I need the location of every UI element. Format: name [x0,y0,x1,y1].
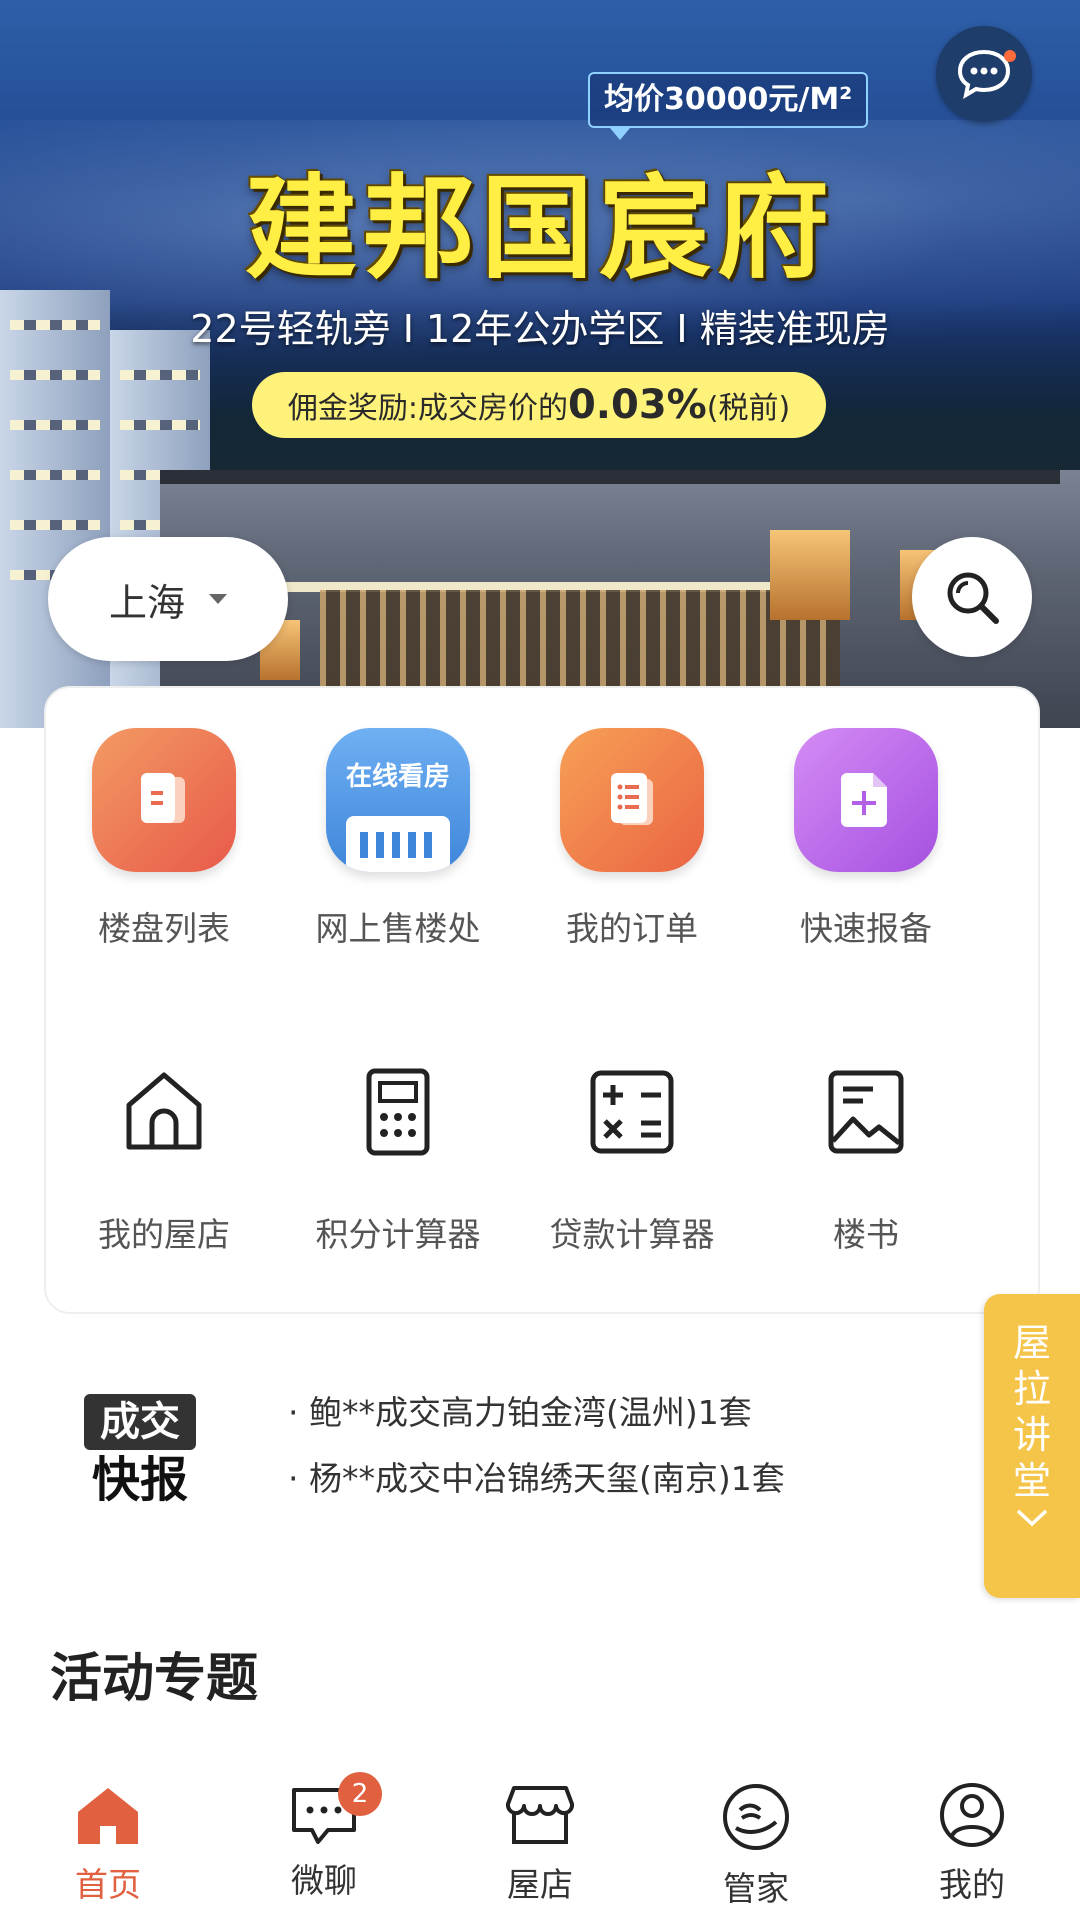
calculator-icon [348,1062,448,1162]
commission-suffix: (税前) [706,391,791,426]
order-list-icon [560,728,704,872]
nav-label: 首页 [75,1865,141,1904]
deal-news-badge: 成交 快报 [80,1394,200,1510]
tab-butler[interactable]: 管家 [666,1782,846,1910]
profile-icon [940,1783,1004,1847]
price-tag: 均价30000元/M² [588,72,869,140]
home-filled-icon [78,1788,138,1844]
nav-label: 微聊 [291,1861,357,1900]
menu-label: 积分计算器 [315,1215,481,1254]
chevron-down-icon [1016,1509,1048,1527]
commission-pill: 佣金奖励:成交房价的0.03%(税前) [252,372,826,438]
quick-report-icon [794,728,938,872]
online-viewing-icon: 在线看房 [326,728,470,872]
building-list-icon [92,728,236,872]
butler-icon [723,1784,789,1850]
menu-label: 贷款计算器 [549,1215,715,1254]
home-icon [114,1062,214,1162]
picture-icon [816,1062,916,1162]
lecture-label: 屋拉讲堂 [1012,1321,1051,1503]
menu-points-calculator[interactable]: 积分计算器 [280,1062,516,1256]
menu-loan-calculator[interactable]: 贷款计算器 [514,1062,750,1256]
nav-label: 管家 [723,1869,789,1908]
search-icon [947,572,999,624]
news-item[interactable]: · 杨**成交中冶锦绣天玺(南京)1套 [288,1452,785,1500]
banner-tower [0,290,110,728]
commission-value: 0.03% [567,382,707,428]
section-title: 活动专题 [50,1649,259,1709]
nav-label: 屋店 [507,1865,573,1904]
tab-store[interactable]: 屋店 [450,1782,630,1906]
menu-label: 楼盘列表 [98,909,230,948]
news-item[interactable]: · 鲍**成交高力铂金湾(温州)1套 [288,1386,752,1434]
city-label: 上海 [108,580,185,625]
project-title: 建邦国宸府 [245,164,835,294]
bottom-nav: 首页 2 微聊 屋店 管家 我的 [0,1756,1080,1920]
unread-badge: 2 [338,1772,382,1816]
nav-label: 我的 [939,1865,1005,1904]
menu-label: 我的屋店 [98,1215,230,1254]
menu-label: 楼书 [833,1215,899,1254]
math-operators-icon [582,1062,682,1162]
tab-chat[interactable]: 2 微聊 [234,1772,414,1902]
quick-menu: 楼盘列表 在线看房 网上售楼处 我的订单 快速报备 我的屋店 积分计算器 贷款计… [44,686,1040,1314]
menu-label: 我的订单 [566,909,698,948]
menu-my-store[interactable]: 我的屋店 [46,1062,282,1256]
message-button[interactable] [936,26,1032,122]
lecture-tab[interactable]: 屋拉讲堂 [984,1294,1080,1598]
city-selector[interactable]: 上海 [48,537,288,661]
online-viewing-icon-text: 在线看房 [345,762,450,792]
menu-online-sales[interactable]: 在线看房 网上售楼处 [280,728,516,950]
menu-label: 快速报备 [800,909,932,948]
menu-label: 网上售楼处 [315,909,481,948]
badge-bottom: 快报 [91,1452,188,1508]
tab-profile[interactable]: 我的 [882,1782,1062,1906]
search-button[interactable] [912,537,1032,657]
menu-quick-report[interactable]: 快速报备 [748,728,984,950]
store-icon [505,1786,575,1844]
tab-home[interactable]: 首页 [18,1782,198,1906]
menu-building-list[interactable]: 楼盘列表 [46,728,282,950]
project-features: 22号轻轨旁 I 12年公办学区 I 精装准现房 [190,307,890,351]
unread-dot [1004,50,1016,62]
commission-prefix: 佣金奖励:成交房价的 [287,391,568,426]
menu-brochure[interactable]: 楼书 [748,1062,984,1256]
badge-top: 成交 [84,1394,196,1450]
menu-my-orders[interactable]: 我的订单 [514,728,750,950]
deal-news[interactable]: 成交 快报 · 鲍**成交高力铂金湾(温州)1套 · 杨**成交中冶锦绣天玺(南… [44,1342,964,1542]
caret-down-icon [209,594,227,604]
